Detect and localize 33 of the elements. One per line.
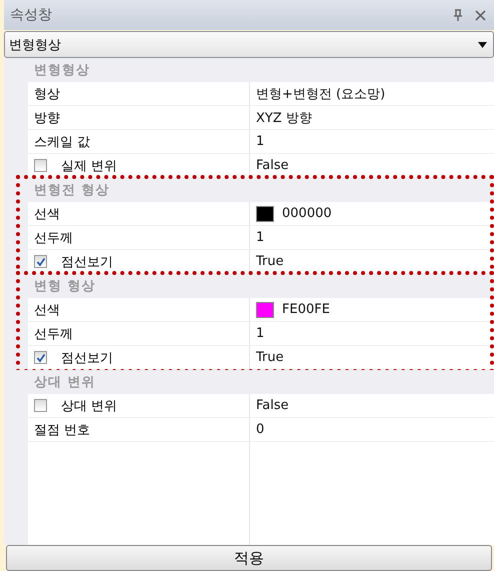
property-value[interactable]: True [256,254,284,269]
apply-button[interactable]: 적용 [6,545,492,571]
close-icon[interactable] [475,10,486,20]
property-name: 실제 변위 [61,158,118,174]
checkbox[interactable] [34,351,47,364]
property-name: 선색 [34,302,60,318]
property-name: 형상 [34,86,60,102]
property-name: 방향 [34,110,60,126]
property-name: 점선보기 [61,254,113,270]
property-value[interactable]: 0 [256,422,264,437]
property-name: 절점 번호 [34,422,90,438]
checkbox[interactable] [34,159,47,172]
property-value[interactable]: True [256,350,284,365]
panel-title: 속성창 [10,6,53,24]
property-name: 스케일 값 [34,134,90,150]
pin-icon[interactable] [453,9,463,21]
checkbox[interactable] [34,255,47,268]
dropdown-caret-icon [478,42,487,48]
property-value[interactable]: False [256,398,289,413]
property-value[interactable]: XYZ 방향 [256,108,312,126]
object-dropdown[interactable]: 변형형상 [4,31,494,58]
property-name: 선두께 [34,230,73,246]
property-name: 상대 변위 [61,398,118,414]
property-value[interactable]: FE00FE [282,302,330,317]
property-name: 점선보기 [61,350,113,366]
property-name: 선두께 [34,326,73,342]
property-value[interactable]: 1 [256,326,264,341]
checkbox[interactable] [34,399,47,412]
property-value[interactable]: 1 [256,134,264,149]
property-value[interactable]: 1 [256,230,264,245]
property-value[interactable]: False [256,158,289,173]
property-value[interactable]: 000000 [282,206,332,221]
property-name: 선색 [34,206,60,222]
